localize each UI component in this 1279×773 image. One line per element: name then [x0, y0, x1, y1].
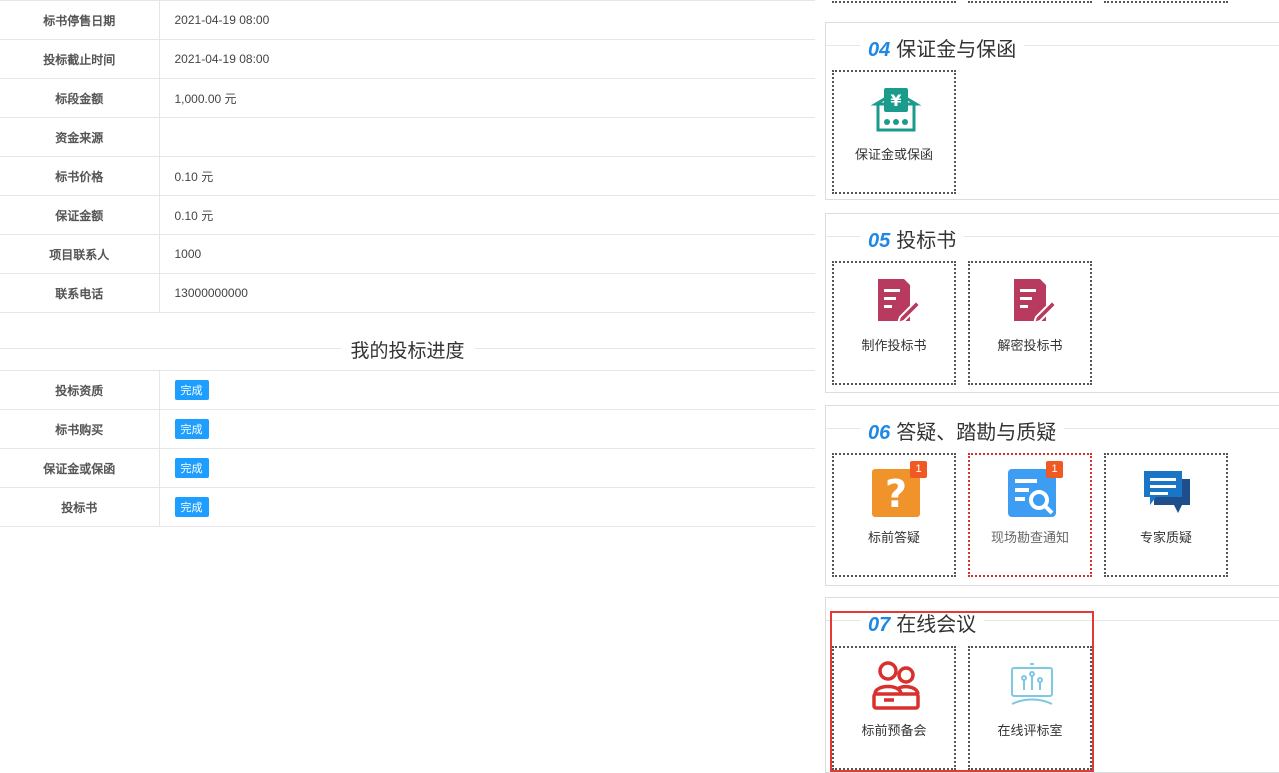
info-row: 联系电话 13000000000 — [0, 273, 815, 313]
tile-label: 现场勘查通知 — [990, 530, 1069, 545]
svg-text:¥: ¥ — [890, 91, 901, 110]
tile-meeting-people[interactable]: 标前预备会 — [832, 646, 956, 770]
section-panel-05: 05 投标书制作投标书 解密投标书 — [825, 213, 1279, 393]
info-value: 2021-04-19 08:00 — [159, 39, 815, 79]
section-number: 04 — [868, 39, 891, 61]
info-label: 标书价格 — [0, 156, 160, 196]
tile-label: 专家质疑 — [1139, 530, 1192, 545]
info-value: 0.10 元 — [159, 195, 815, 235]
section-title: 05 投标书 — [826, 224, 1279, 253]
progress-section-title: 我的投标进度 — [0, 336, 815, 363]
document-edit-icon — [1006, 275, 1058, 327]
section-name: 保证金与保函 — [896, 39, 1017, 61]
info-value: 1,000.00 元 — [159, 78, 815, 118]
section-name: 在线会议 — [896, 614, 977, 636]
progress-table: 投标资质 完成 标书购买 完成 保证金或保函 完成 投标书 完成 — [0, 370, 815, 527]
tile-question[interactable]: ? 1 标前答疑 — [832, 453, 956, 577]
section-number: 06 — [868, 422, 891, 444]
info-value — [159, 117, 815, 157]
progress-status-cell: 完成 — [159, 370, 815, 410]
prev-tile-edge — [1104, 0, 1228, 3]
progress-label: 保证金或保函 — [0, 448, 160, 488]
info-value: 13000000000 — [159, 273, 815, 313]
info-label: 标段金额 — [0, 78, 160, 118]
progress-label: 投标书 — [0, 487, 160, 527]
tile-label: 标前预备会 — [861, 723, 927, 738]
info-row: 标段金额 1,000.00 元 — [0, 78, 815, 118]
progress-row: 投标资质 完成 — [0, 370, 815, 410]
section-title: 06 答疑、踏勘与质疑 — [826, 416, 1279, 445]
notification-count-badge: 1 — [910, 461, 927, 478]
presentation-board-icon — [1006, 660, 1058, 712]
tile-bank-yuan[interactable]: ¥ 保证金或保函 — [832, 70, 956, 194]
info-label: 保证金额 — [0, 195, 160, 235]
section-name: 投标书 — [896, 230, 957, 252]
prev-tile-edge — [832, 0, 956, 3]
progress-label: 标书购买 — [0, 409, 160, 449]
tile-document-edit[interactable]: 解密投标书 — [968, 261, 1092, 385]
tile-label: 制作投标书 — [861, 338, 927, 353]
info-row: 项目联系人 1000 — [0, 234, 815, 274]
tile-label: 标前答疑 — [867, 530, 920, 545]
section-title: 07 在线会议 — [826, 608, 1279, 637]
section-number: 07 — [868, 614, 891, 636]
section-title-text: 04 保证金与保函 — [860, 33, 1025, 62]
section-name: 答疑、踏勘与质疑 — [896, 422, 1057, 444]
info-label: 资金来源 — [0, 117, 160, 157]
tile-search-document[interactable]: 1 现场勘查通知 — [968, 453, 1092, 577]
tile-presentation-board[interactable]: 在线评标室 — [968, 646, 1092, 770]
info-value: 0.10 元 — [159, 156, 815, 196]
project-info: 标书停售日期 2021-04-19 08:00 投标截止时间 2021-04-19 0… — [0, 0, 815, 527]
progress-title: 我的投标进度 — [340, 336, 475, 363]
status-badge: 完成 — [174, 419, 209, 439]
tile-label: 解密投标书 — [997, 338, 1063, 353]
section-title-text: 06 答疑、踏勘与质疑 — [860, 416, 1065, 445]
prev-tile-edge — [968, 0, 1092, 3]
tile-label: 在线评标室 — [997, 723, 1063, 738]
progress-row: 标书购买 完成 — [0, 409, 815, 449]
section-panel-04: 04 保证金与保函 ¥ 保证金或保函 — [825, 22, 1279, 200]
info-label: 标书停售日期 — [0, 0, 160, 40]
progress-status-cell: 完成 — [159, 409, 815, 449]
status-badge: 完成 — [174, 380, 209, 400]
section-panel-06: 06 答疑、踏勘与质疑? 1 标前答疑 1 现场勘查通知 专家质疑 — [825, 405, 1279, 586]
progress-row: 保证金或保函 完成 — [0, 448, 815, 488]
meeting-people-icon — [870, 660, 922, 712]
section-title: 04 保证金与保函 — [826, 33, 1279, 62]
tile-label: 保证金或保函 — [854, 147, 933, 162]
section-panel-07: 07 在线会议标前预备会 在线评标室 — [825, 597, 1279, 773]
chat-bubble-icon — [1142, 467, 1194, 519]
info-row: 标书价格 0.10 元 — [0, 156, 815, 196]
status-badge: 完成 — [174, 497, 209, 517]
document-edit-icon — [870, 275, 922, 327]
tile-chat-bubble[interactable]: 专家质疑 — [1104, 453, 1228, 577]
section-title-text: 05 投标书 — [860, 224, 965, 253]
info-label: 项目联系人 — [0, 234, 160, 274]
info-row: 标书停售日期 2021-04-19 08:00 — [0, 0, 815, 40]
info-label: 联系电话 — [0, 273, 160, 313]
section-number: 05 — [868, 230, 891, 252]
info-table: 标书停售日期 2021-04-19 08:00 投标截止时间 2021-04-19 0… — [0, 0, 815, 313]
info-value: 1000 — [159, 234, 815, 274]
svg-text:?: ? — [885, 472, 907, 516]
progress-label: 投标资质 — [0, 370, 160, 410]
progress-status-cell: 完成 — [159, 448, 815, 488]
info-row: 资金来源 — [0, 117, 815, 157]
tile-document-edit[interactable]: 制作投标书 — [832, 261, 956, 385]
info-row: 投标截止时间 2021-04-19 08:00 — [0, 39, 815, 79]
info-label: 投标截止时间 — [0, 39, 160, 79]
notification-count-badge: 1 — [1046, 461, 1063, 478]
progress-row: 投标书 完成 — [0, 487, 815, 527]
progress-status-cell: 完成 — [159, 487, 815, 527]
section-title-text: 07 在线会议 — [860, 608, 985, 637]
info-row: 保证金额 0.10 元 — [0, 195, 815, 235]
status-badge: 完成 — [174, 458, 209, 478]
info-value: 2021-04-19 08:00 — [159, 0, 815, 40]
bank-yuan-icon: ¥ — [870, 84, 922, 136]
